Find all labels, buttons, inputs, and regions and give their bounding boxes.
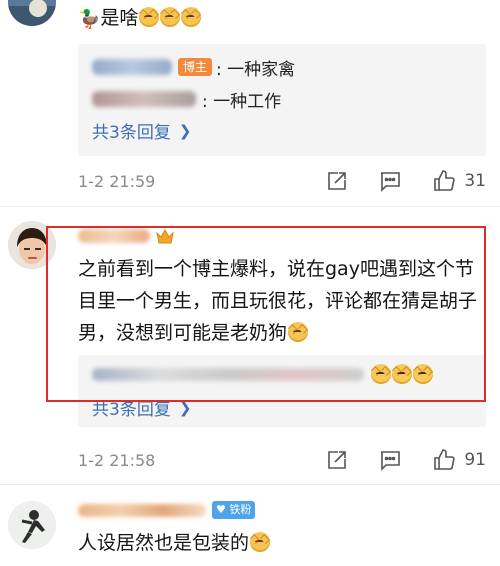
comment-meta: 1-2 21:59 31 — [78, 168, 486, 194]
timestamp: 1-2 21:59 — [78, 171, 156, 191]
comment-icon[interactable] — [378, 170, 402, 192]
timestamp: 1-2 21:58 — [78, 450, 156, 470]
cat-emoji-icon — [139, 7, 160, 27]
avatar[interactable] — [8, 0, 56, 26]
share-icon[interactable] — [326, 449, 348, 471]
cat-emoji-icon — [160, 7, 181, 27]
more-replies-link[interactable]: 共3条回复 ❯ — [92, 395, 192, 421]
thumbs-up-icon — [434, 170, 455, 191]
thumbs-up-icon — [434, 449, 455, 470]
reply-text: : 一种家禽 — [216, 59, 296, 80]
comment-actions: 91 — [296, 447, 486, 473]
blurred-username[interactable] — [78, 229, 150, 243]
cat-emoji-icon — [288, 322, 309, 342]
fan-badge-label: 铁粉 — [229, 503, 252, 516]
reply-item[interactable]: : 一种工作 — [92, 86, 281, 112]
comment-1: 🦆是啥 博主 : 一种家禽 : 一种工作 共3条回复 ❯ 1-2 21:59 3… — [0, 0, 500, 205]
more-replies-link[interactable]: 共3条回复 ❯ — [92, 118, 192, 144]
username-row[interactable] — [78, 225, 174, 247]
comment-meta: 1-2 21:58 91 — [78, 447, 486, 473]
like-button[interactable]: 31 — [432, 169, 486, 193]
cat-emoji-icon — [250, 532, 271, 552]
comment-icon[interactable] — [378, 449, 402, 471]
avatar[interactable] — [8, 221, 56, 269]
blurred-username[interactable] — [92, 59, 172, 75]
blurred-username[interactable] — [92, 91, 196, 107]
fear-cat-emoji-icon — [413, 364, 433, 384]
like-count: 31 — [464, 171, 486, 191]
chevron-right-icon: ❯ — [178, 398, 192, 417]
more-replies-label: 共3条回复 — [92, 400, 171, 420]
share-icon[interactable] — [326, 170, 348, 192]
crown-icon — [156, 228, 174, 244]
duck-emoji-icon: 🦆 — [78, 9, 101, 30]
like-button[interactable]: 91 — [432, 448, 486, 472]
chevron-right-icon: ❯ — [178, 121, 192, 140]
comment-text: 之前看到一个博主爆料，说在gay吧遇到这个节目里一个男生，而且玩很花，评论都在猜… — [78, 258, 478, 344]
more-replies-label: 共3条回复 — [92, 123, 171, 143]
blogger-badge: 博主 — [178, 58, 213, 76]
cat-emoji-icon — [181, 7, 202, 27]
blurred-reply-content[interactable] — [92, 367, 364, 381]
fear-cat-emoji-icon — [371, 364, 391, 384]
like-count: 91 — [464, 450, 486, 470]
username-row[interactable]: ♥ 铁粉 — [78, 499, 259, 521]
fan-badge: ♥ 铁粉 — [212, 501, 256, 519]
reply-text: : 一种工作 — [202, 91, 282, 112]
reply-box[interactable]: 博主 : 一种家禽 : 一种工作 共3条回复 ❯ — [78, 44, 486, 156]
comment-text: 🦆是啥 — [78, 2, 474, 36]
reply-box[interactable]: 共3条回复 ❯ — [78, 355, 486, 427]
fear-cat-emoji-icon — [392, 364, 412, 384]
reply-item[interactable] — [92, 361, 433, 387]
comment-actions: 31 — [296, 168, 486, 194]
avatar[interactable] — [8, 501, 56, 549]
blurred-username[interactable] — [78, 503, 206, 517]
comment-text: 人设居然也是包装的 — [78, 527, 474, 559]
comment-2: 之前看到一个博主爆料，说在gay吧遇到这个节目里一个男生，而且玩很花，评论都在猜… — [0, 207, 500, 482]
comment-3: ♥ 铁粉 人设居然也是包装的 — [0, 485, 500, 566]
reply-item[interactable]: 博主 : 一种家禽 — [92, 54, 295, 80]
